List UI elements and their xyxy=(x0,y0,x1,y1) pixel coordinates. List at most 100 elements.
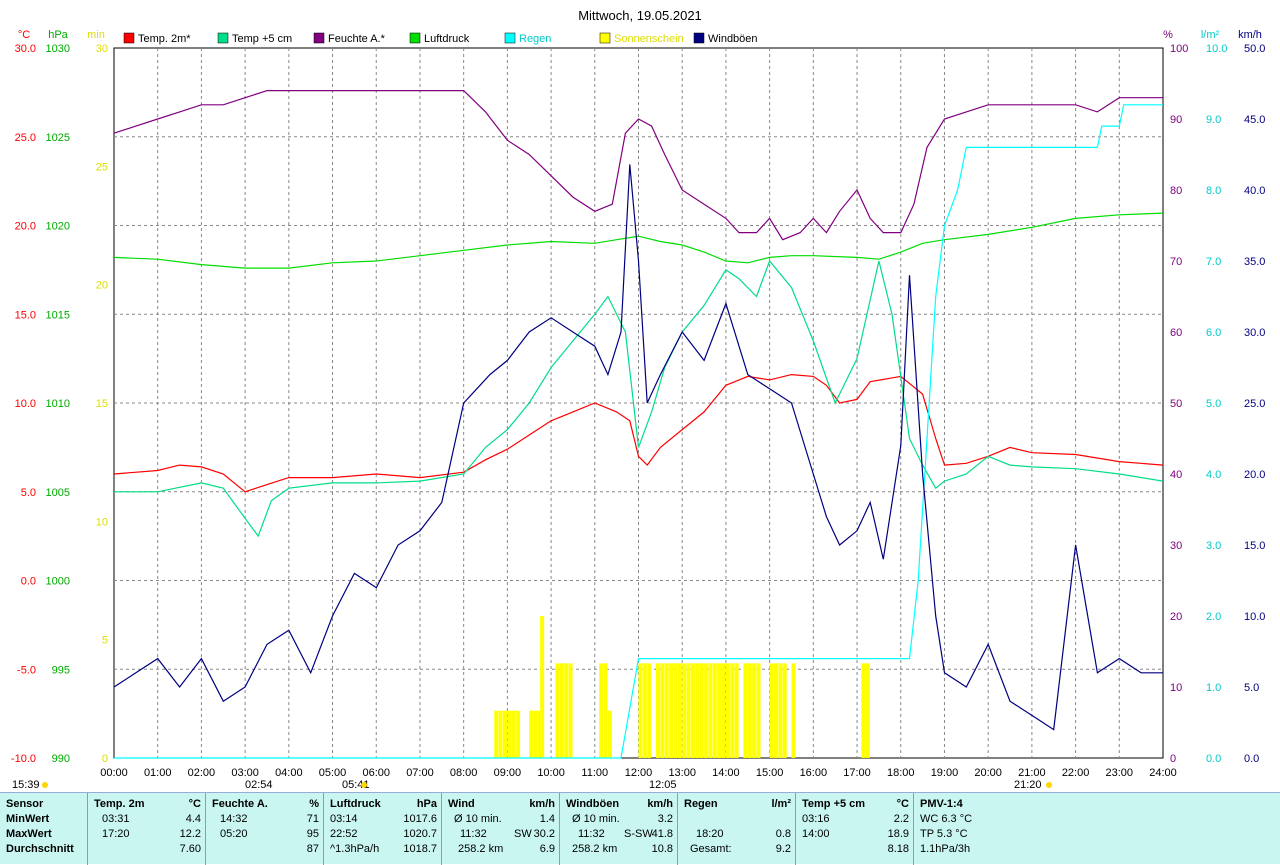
tick-label-humidity: 70 xyxy=(1170,256,1182,268)
stat-value: 6.9 xyxy=(539,843,555,855)
tick-label-pressure: 1030 xyxy=(46,43,70,55)
stat-head: Temp +5 cm xyxy=(802,798,866,810)
tick-label-wind: 35.0 xyxy=(1244,256,1265,268)
tick-label-time: 04:00 xyxy=(275,767,303,779)
tick-label-sun: 10 xyxy=(96,516,108,528)
sunshine-bar xyxy=(511,710,516,758)
stat-value: 95 xyxy=(306,828,319,840)
stat-feuchte: Feuchte A.% 14:32 71 05:20 95 87 xyxy=(206,793,324,865)
tick-label-time: 00:00 xyxy=(100,767,128,779)
sunshine-bar xyxy=(695,663,700,758)
tick-label-wind: 45.0 xyxy=(1244,114,1265,126)
stat-pmv: PMV-1:4 WC 6.3 °C TP 5.3 °C 1.1hPa/3h xyxy=(914,793,1034,865)
tick-label-humidity: 100 xyxy=(1170,43,1188,55)
tick-label-wind: 30.0 xyxy=(1244,327,1265,339)
marker-max-gust: 12:05 xyxy=(649,779,677,791)
tick-label-wind: 25.0 xyxy=(1244,398,1265,410)
sunshine-bar xyxy=(708,663,713,758)
legend-swatch xyxy=(313,32,325,44)
stat-unit: km/h xyxy=(647,798,673,810)
sunshine-bar xyxy=(699,663,704,758)
stat-value: 3.2 xyxy=(657,813,673,825)
stat-time: 03:16 xyxy=(802,813,830,825)
sunshine-bar xyxy=(747,663,752,758)
sunshine-bar xyxy=(769,663,774,758)
tick-label-rain: 9.0 xyxy=(1206,114,1221,126)
tick-label-humidity: 80 xyxy=(1170,185,1182,197)
stat-dir: S-SW xyxy=(624,828,653,840)
stat-dir: SW xyxy=(514,828,532,840)
stat-value: 41.8 xyxy=(651,828,673,840)
tick-label-rain: 0.0 xyxy=(1206,753,1221,765)
tick-label-time: 22:00 xyxy=(1062,767,1090,779)
unit-sun: min xyxy=(87,29,105,41)
stat-regen: Regen l/m² 18:20 0.8 Gesamt: 9.2 xyxy=(678,793,796,865)
stat-value: 12.2 xyxy=(179,828,201,840)
sunshine-bar xyxy=(494,710,499,758)
stat-row-label: Durchschnitt xyxy=(6,843,74,855)
sunshine-bar xyxy=(865,663,870,758)
stat-time: 03:14 xyxy=(330,813,358,825)
tick-label-time: 08:00 xyxy=(450,767,478,779)
tick-label-pressure: 990 xyxy=(52,753,70,765)
tick-label-rain: 8.0 xyxy=(1206,185,1221,197)
sunshine-bar xyxy=(682,663,687,758)
marker-sunset: 21:20 xyxy=(1014,779,1042,791)
tick-label-pressure: 1020 xyxy=(46,221,70,233)
legend-swatch xyxy=(217,32,229,44)
sunshine-bar xyxy=(647,663,652,758)
tick-label-time: 11:00 xyxy=(581,767,608,779)
tick-label-time: 05:00 xyxy=(319,767,347,779)
stat-time: 11:32 xyxy=(460,828,487,840)
sunshine-bar xyxy=(673,663,678,758)
legend-label: Regen xyxy=(519,33,551,45)
tick-label-wind: 15.0 xyxy=(1244,540,1265,552)
stat-time: 258.2 km xyxy=(458,843,504,855)
sunshine-bar xyxy=(664,663,669,758)
stat-head: Feuchte A. xyxy=(212,798,268,810)
tick-label-temp: 30.0 xyxy=(15,43,36,55)
stat-time: 11:32 xyxy=(578,828,605,840)
unit-humidity: % xyxy=(1163,29,1173,41)
stat-unit: °C xyxy=(188,798,201,810)
tick-label-time: 06:00 xyxy=(362,767,390,779)
unit-wind: km/h xyxy=(1238,29,1262,41)
sunshine-bar xyxy=(559,663,564,758)
sunset-icon xyxy=(1046,782,1052,788)
tick-label-time: 17:00 xyxy=(843,767,871,779)
stat-value: 10.8 xyxy=(651,843,673,855)
sunshine-bar xyxy=(712,663,717,758)
tick-label-time: 10:00 xyxy=(537,767,565,779)
tick-label-humidity: 0 xyxy=(1170,753,1176,765)
tick-label-sun: 15 xyxy=(96,398,108,410)
legend-swatch xyxy=(504,32,516,44)
tick-label-temp: -5.0 xyxy=(17,664,36,676)
stat-value: 0.8 xyxy=(775,828,791,840)
unit-temp: °C xyxy=(18,29,30,41)
stat-value: 87 xyxy=(306,843,319,855)
sunshine-bar xyxy=(540,616,545,758)
tick-label-pressure: 1010 xyxy=(46,398,70,410)
sunshine-bar xyxy=(686,663,691,758)
tick-label-time: 14:00 xyxy=(712,767,740,779)
sunshine-bar xyxy=(507,710,512,758)
tick-label-temp: 5.0 xyxy=(21,487,36,499)
tick-label-pressure: 1005 xyxy=(46,487,70,499)
tick-label-humidity: 10 xyxy=(1170,682,1182,694)
sunshine-bar xyxy=(555,663,560,758)
sunshine-bar xyxy=(730,663,735,758)
tick-label-temp: 20.0 xyxy=(15,221,36,233)
tick-label-humidity: 50 xyxy=(1170,398,1182,410)
legend-swatch xyxy=(123,32,135,44)
stat-value: TP 5.3 °C xyxy=(920,828,968,840)
tick-label-pressure: 995 xyxy=(52,664,70,676)
sunshine-bar xyxy=(533,710,538,758)
tick-label-humidity: 60 xyxy=(1170,327,1182,339)
weather-chart: Mittwoch, 19.05.2021 Temp. 2m* Temp +5 cm… xyxy=(11,8,1266,791)
stat-time: 17:20 xyxy=(102,828,130,840)
tick-label-time: 09:00 xyxy=(494,767,522,779)
tick-label-pressure: 1015 xyxy=(46,309,70,321)
stat-value: 4.4 xyxy=(185,813,201,825)
legend-label: Luftdruck xyxy=(424,33,470,45)
stat-value: 8.18 xyxy=(887,843,909,855)
